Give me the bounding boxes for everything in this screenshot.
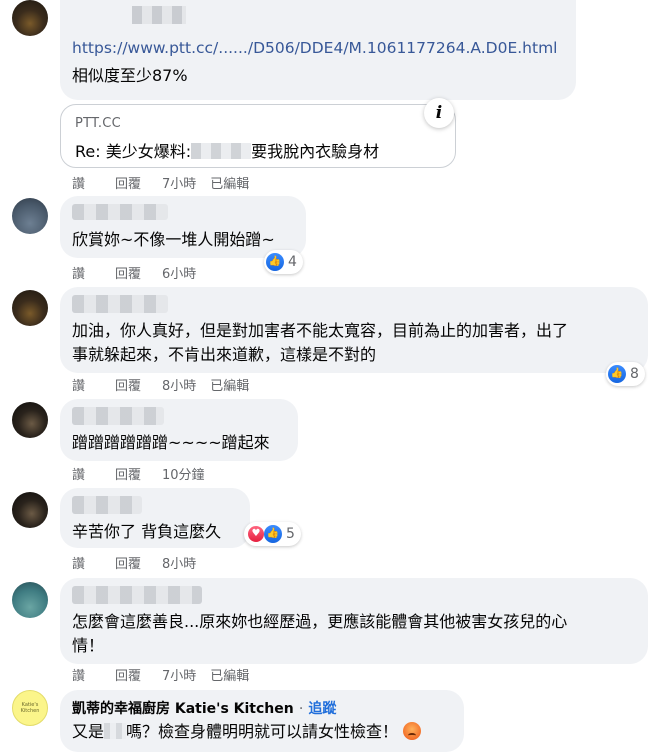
reply-button[interactable]: 回覆 [115, 553, 162, 572]
blurred-name [72, 295, 168, 313]
timestamp[interactable]: 6小時 [162, 263, 196, 282]
like-button[interactable]: 讚 [72, 464, 115, 483]
like-icon: 👍 [264, 525, 282, 543]
timestamp[interactable]: 7小時 [162, 665, 196, 684]
comment-bubble: 蹭蹭蹭蹭蹭蹭~~~~蹭起來 [60, 399, 298, 461]
comment-bubble: 怎麼會這麼善良...原來妳也經歷過，更應該能體會其他被害女孩兒的心 情！ [60, 578, 648, 664]
comment-text: 欣賞妳~不像一堆人開始蹭~ [72, 230, 275, 249]
timestamp[interactable]: 7小時 [162, 173, 196, 192]
commenter-avatar[interactable] [12, 582, 48, 618]
author-name[interactable]: 凱蒂的幸福廚房 Katie's Kitchen [72, 701, 294, 717]
comment-text: 辛苦你了 背負這麼久 [72, 522, 222, 541]
blurred-name [132, 6, 186, 24]
avatar-text: Katie's Kitchen [20, 702, 40, 714]
comment-link[interactable]: https://www.ptt.cc/....../D506/DDE4/M.10… [72, 37, 557, 59]
like-button[interactable]: 讚 [72, 553, 115, 572]
comment-bubble: https://www.ptt.cc/....../D506/DDE4/M.10… [60, 0, 576, 100]
comment-text-end: 嗎？檢查身體明明就可以請女性檢查！ [126, 722, 399, 741]
timestamp[interactable]: 8小時 [162, 375, 196, 394]
timestamp[interactable]: 8小時 [162, 553, 196, 572]
blurred-text [104, 723, 127, 739]
comment-text-line2: 情！ [72, 636, 105, 655]
preview-title-end: 要我脫內衣驗身材 [251, 142, 380, 161]
commenter-avatar[interactable] [12, 402, 48, 438]
blurred-text [191, 143, 252, 159]
reaction-summary[interactable]: ♥ 👍 5 [244, 522, 301, 546]
comment-bubble: 凱蒂的幸福廚房 Katie's Kitchen · 追蹤 又是 嗎？檢查身體明明就… [60, 690, 464, 752]
like-button[interactable]: 讚 [72, 375, 115, 394]
preview-title-start: Re: 美少女爆料: [75, 142, 192, 161]
follow-button[interactable]: 追蹤 [308, 701, 336, 717]
comment-text-line2: 事就躲起來，不肯出來道歉，這樣是不對的 [72, 345, 377, 364]
like-button[interactable]: 讚 [72, 665, 115, 684]
reaction-count: 8 [630, 366, 639, 382]
blurred-name [72, 586, 202, 604]
commenter-avatar[interactable] [12, 492, 48, 528]
blurred-name [72, 496, 142, 514]
reply-button[interactable]: 回覆 [115, 263, 162, 282]
blurred-name [72, 407, 164, 425]
like-icon: 👍 [266, 253, 284, 271]
comment-text: 又是 嗎？檢查身體明明就可以請女性檢查！ [72, 720, 452, 744]
edited-label[interactable]: 已編輯 [210, 173, 249, 192]
comment-text-line1: 加油，你人真好，但是對加害者不能太寬容，目前為止的加害者，出了 [72, 321, 569, 340]
reply-button[interactable]: 回覆 [115, 173, 162, 192]
comment-actions: 讚 回覆 7小時 已編輯 [72, 665, 249, 684]
love-icon: ♥ [246, 524, 266, 544]
like-button[interactable]: 讚 [72, 173, 115, 192]
author-separator: · [298, 701, 304, 717]
reaction-summary[interactable]: 👍 8 [606, 362, 645, 386]
comment-actions: 讚 回覆 10分鐘 [72, 464, 219, 483]
comment-author-row: 凱蒂的幸福廚房 Katie's Kitchen · 追蹤 [72, 698, 452, 718]
comment-text: 蹭蹭蹭蹭蹭蹭~~~~蹭起來 [72, 433, 270, 452]
comment-actions: 讚 回覆 8小時 [72, 553, 210, 572]
reply-button[interactable]: 回覆 [115, 464, 162, 483]
blurred-name [72, 204, 168, 220]
preview-title: Re: 美少女爆料: 要我脫內衣驗身材 [75, 138, 379, 162]
edited-label[interactable]: 已編輯 [210, 665, 249, 684]
comment-actions: 讚 回覆 8小時 已編輯 [72, 375, 249, 394]
preview-domain: PTT.CC [75, 116, 122, 131]
timestamp[interactable]: 10分鐘 [162, 464, 205, 483]
comment-actions: 讚 回覆 6小時 [72, 263, 210, 282]
like-icon: 👍 [608, 365, 626, 383]
reaction-count: 4 [288, 254, 297, 270]
comment-text-line1: 怎麼會這麼善良...原來妳也經歷過，更應該能體會其他被害女孩兒的心 [72, 612, 568, 631]
comment-text-start: 又是 [72, 722, 105, 741]
like-button[interactable]: 讚 [72, 263, 115, 282]
info-icon[interactable]: i [424, 98, 454, 128]
angry-face-icon [403, 722, 422, 740]
commenter-avatar[interactable] [12, 198, 48, 234]
reply-button[interactable]: 回覆 [115, 665, 162, 684]
commenter-avatar[interactable] [12, 0, 48, 36]
page-avatar[interactable]: Katie's Kitchen [12, 690, 48, 726]
link-preview-card[interactable]: PTT.CC Re: 美少女爆料: 要我脫內衣驗身材 [60, 104, 456, 168]
edited-label[interactable]: 已編輯 [210, 375, 249, 394]
reaction-summary[interactable]: 👍 4 [264, 250, 303, 274]
commenter-avatar[interactable] [12, 290, 48, 326]
reaction-count: 5 [286, 526, 295, 542]
comment-text: 相似度至少87% [72, 66, 188, 85]
reply-button[interactable]: 回覆 [115, 375, 162, 394]
comment-bubble: 加油，你人真好，但是對加害者不能太寬容，目前為止的加害者，出了 事就躲起來，不肯… [60, 287, 648, 373]
comment-bubble: 欣賞妳~不像一堆人開始蹭~ [60, 196, 306, 258]
comment-actions: 讚 回覆 7小時 已編輯 [72, 173, 249, 192]
comment-bubble: 辛苦你了 背負這麼久 [60, 488, 250, 548]
